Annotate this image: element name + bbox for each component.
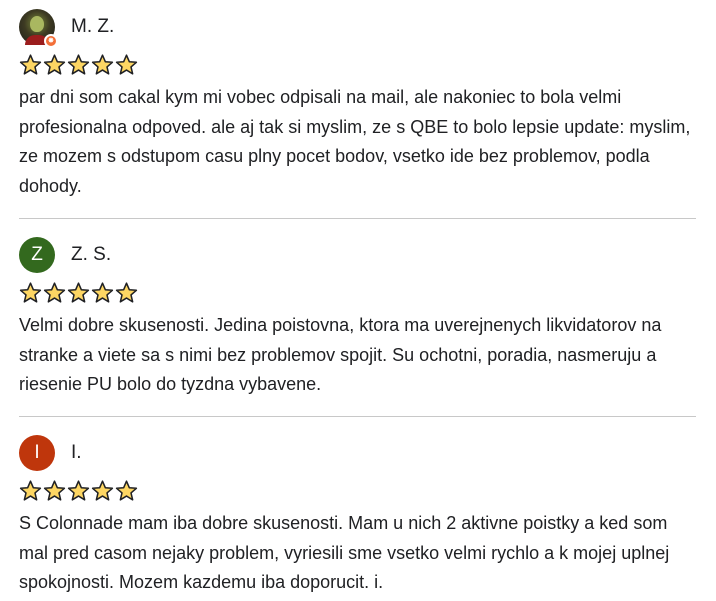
star-icon [43,282,66,303]
star-icon [67,480,90,501]
star-icon [19,282,42,303]
avatar-letter: I [34,442,40,463]
review-header: Z Z. S. [19,237,696,273]
avatar[interactable]: ✸ [19,9,58,48]
review-header: ✸ M. Z. [19,9,696,48]
star-icon [19,54,42,75]
review-card: I I. S Colonnade mam iba dobre skusenost… [19,435,696,598]
review-header: I I. [19,435,696,471]
review-text: par dni som cakal kym mi vobec odpisali … [19,87,691,196]
star-icon [43,54,66,75]
star-icon [115,54,138,75]
reviewer-name[interactable]: M. Z. [71,16,114,38]
star-icon [67,282,90,303]
star-icon [91,54,114,75]
star-icon [43,480,66,501]
star-icon [115,480,138,501]
reviewer-name[interactable]: I. [71,442,82,464]
review-text: Velmi dobre skusenosti. Jedina poistovna… [19,315,662,394]
star-rating [19,53,696,77]
avatar-face [30,16,44,32]
review-divider [19,416,696,417]
reviewer-name[interactable]: Z. S. [71,244,111,266]
local-guide-badge-icon: ✸ [44,34,58,48]
review-text: S Colonnade mam iba dobre skusenosti. Ma… [19,513,670,592]
review-card: Z Z. S. Velmi dobre skusenosti. Jedina p… [19,237,696,400]
star-icon [91,282,114,303]
avatar[interactable]: I [19,435,55,471]
star-rating [19,281,696,305]
review-divider [19,218,696,219]
star-icon [91,480,114,501]
avatar-letter: Z [31,244,43,265]
review-card: ✸ M. Z. par dni som cakal kym mi vobec o… [19,9,696,201]
star-icon [19,480,42,501]
star-icon [115,282,138,303]
star-rating [19,479,696,503]
star-icon [67,54,90,75]
avatar[interactable]: Z [19,237,55,273]
